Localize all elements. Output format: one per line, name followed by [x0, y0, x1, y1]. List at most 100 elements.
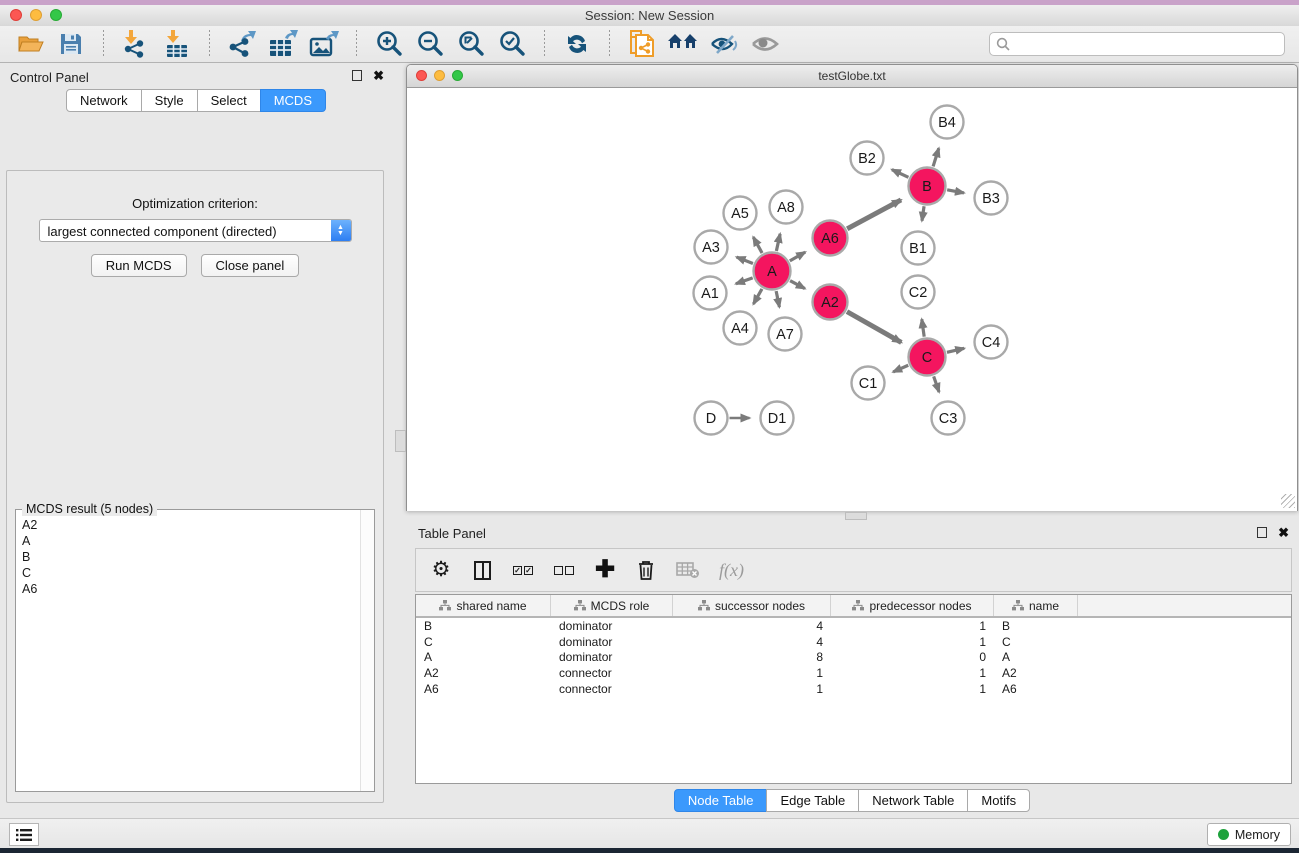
graph-node-A1[interactable]: A1 — [694, 277, 727, 310]
import-table-icon[interactable] — [161, 29, 193, 59]
window-resize-grip[interactable] — [1281, 494, 1295, 508]
zoom-fit-icon[interactable] — [455, 29, 487, 59]
application-window: Session: New Session — [0, 0, 1299, 853]
export-image-icon[interactable] — [308, 29, 340, 59]
close-table-panel-icon[interactable]: ✖ — [1278, 527, 1289, 538]
tab-motifs[interactable]: Motifs — [967, 789, 1030, 812]
column-header-MCDS-role[interactable]: MCDS role — [551, 595, 673, 616]
graph-node-B2[interactable]: B2 — [851, 142, 884, 175]
optimization-criterion-dropdown[interactable]: largest connected component (directed) ▲… — [39, 219, 352, 242]
zoom-out-icon[interactable] — [414, 29, 446, 59]
column-header-name[interactable]: name — [994, 595, 1078, 616]
graph-node-B1[interactable]: B1 — [902, 232, 935, 265]
open-file-icon[interactable] — [14, 29, 46, 59]
close-panel-icon[interactable]: ✖ — [373, 70, 384, 81]
result-list-item[interactable]: A — [22, 533, 360, 549]
graph-node-C4[interactable]: C4 — [975, 326, 1008, 359]
search-input[interactable] — [1014, 36, 1278, 52]
table-row[interactable]: A6connector11A6 — [416, 681, 1291, 697]
graph-edge-A-A7 — [776, 291, 779, 307]
search-field[interactable] — [989, 32, 1285, 56]
graph-node-A5[interactable]: A5 — [724, 197, 757, 230]
graph-node-C[interactable]: C — [909, 339, 946, 376]
result-list-item[interactable]: A2 — [22, 517, 360, 533]
graph-edge-A-A5 — [753, 237, 762, 253]
graph-node-B4[interactable]: B4 — [931, 106, 964, 139]
tab-network[interactable]: Network — [66, 89, 142, 112]
graph-node-A4[interactable]: A4 — [724, 312, 757, 345]
tab-edge-table[interactable]: Edge Table — [766, 789, 859, 812]
table-row[interactable]: Cdominator41C — [416, 634, 1291, 650]
column-header-shared-name[interactable]: shared name — [416, 595, 551, 616]
control-panel: Control Panel ✖ NetworkStyleSelectMCDS O… — [0, 63, 392, 810]
result-scrollbar[interactable] — [360, 510, 374, 791]
hide-eye-icon[interactable] — [708, 29, 740, 59]
deselect-all-icon[interactable] — [553, 557, 575, 583]
result-list-item[interactable]: C — [22, 565, 360, 581]
delete-icon[interactable] — [635, 557, 657, 583]
graph-node-A6[interactable]: A6 — [813, 221, 848, 256]
graph-node-C2[interactable]: C2 — [902, 276, 935, 309]
function-icon[interactable]: f(x) — [719, 557, 744, 583]
run-mcds-button[interactable]: Run MCDS — [91, 254, 187, 277]
graph-node-C3[interactable]: C3 — [932, 402, 965, 435]
delete-table-icon[interactable] — [676, 557, 700, 583]
result-list-item[interactable]: A6 — [22, 581, 360, 597]
table-cell: A — [994, 650, 1078, 664]
graph-node-D1[interactable]: D1 — [761, 402, 794, 435]
graph-node-A7[interactable]: A7 — [769, 318, 802, 351]
table-cell: 0 — [831, 650, 994, 664]
graph-node-A3[interactable]: A3 — [695, 231, 728, 264]
network-file-icon[interactable] — [626, 29, 658, 59]
tab-select[interactable]: Select — [197, 89, 261, 112]
gear-icon[interactable]: ⚙ — [430, 557, 452, 583]
network-window-titlebar[interactable]: testGlobe.txt — [407, 65, 1297, 88]
graph-node-label: B3 — [982, 191, 1000, 207]
memory-button[interactable]: Memory — [1207, 823, 1291, 846]
memory-label: Memory — [1235, 828, 1280, 842]
add-icon[interactable]: ✚ — [594, 557, 616, 583]
vertical-splitter-handle[interactable] — [395, 430, 406, 452]
table-row[interactable]: Bdominator41B — [416, 618, 1291, 634]
tab-mcds[interactable]: MCDS — [260, 89, 326, 112]
mcds-result-list[interactable]: A2ABCA6 — [17, 514, 360, 790]
result-list-item[interactable]: B — [22, 549, 360, 565]
graph-node-B3[interactable]: B3 — [975, 182, 1008, 215]
graph-node-A[interactable]: A — [754, 253, 791, 290]
tab-style[interactable]: Style — [141, 89, 198, 112]
graph-edge-A-A1 — [736, 278, 753, 284]
table-header-row: shared nameMCDS rolesuccessor nodesprede… — [416, 595, 1291, 618]
table-cell: 8 — [673, 650, 831, 664]
float-panel-icon[interactable] — [352, 70, 362, 81]
graph-node-C1[interactable]: C1 — [852, 367, 885, 400]
graph-node-D[interactable]: D — [695, 402, 728, 435]
zoom-selected-icon[interactable] — [496, 29, 528, 59]
graph-node-label: A3 — [702, 240, 720, 256]
tab-node-table[interactable]: Node Table — [674, 789, 768, 812]
toolbar-separator — [103, 30, 104, 58]
tab-network-table[interactable]: Network Table — [858, 789, 968, 812]
network-canvas[interactable]: B4 B2 B B3 A8 A5 A6 B1 A3 A C2 A1 A2 A4 A7 C4 C C1 C3 D D1 — [407, 88, 1297, 511]
save-session-icon[interactable] — [55, 29, 87, 59]
home-icon[interactable] — [667, 29, 699, 59]
table-row[interactable]: Adominator80A — [416, 649, 1291, 665]
import-network-icon[interactable] — [120, 29, 152, 59]
table-row[interactable]: A2connector11A2 — [416, 665, 1291, 681]
graph-node-A2[interactable]: A2 — [813, 285, 848, 320]
zoom-in-icon[interactable] — [373, 29, 405, 59]
column-header-successor-nodes[interactable]: successor nodes — [673, 595, 831, 616]
graph-node-A8[interactable]: A8 — [770, 191, 803, 224]
network-graph: B4 B2 B B3 A8 A5 A6 B1 A3 A C2 A1 A2 A4 A7 C4 C C1 C3 D D1 — [407, 88, 1297, 510]
export-network-icon[interactable] — [226, 29, 258, 59]
column-header-predecessor-nodes[interactable]: predecessor nodes — [831, 595, 994, 616]
network-window-title: testGlobe.txt — [407, 69, 1297, 83]
select-all-icon[interactable]: ✓✓ — [512, 557, 534, 583]
export-table-icon[interactable] — [267, 29, 299, 59]
graph-node-B[interactable]: B — [909, 168, 946, 205]
eye-icon[interactable] — [749, 29, 781, 59]
columns-icon[interactable] — [471, 557, 493, 583]
refresh-icon[interactable] — [561, 29, 593, 59]
float-table-panel-icon[interactable] — [1257, 527, 1267, 538]
task-list-button[interactable] — [9, 823, 39, 846]
close-panel-button[interactable]: Close panel — [201, 254, 300, 277]
